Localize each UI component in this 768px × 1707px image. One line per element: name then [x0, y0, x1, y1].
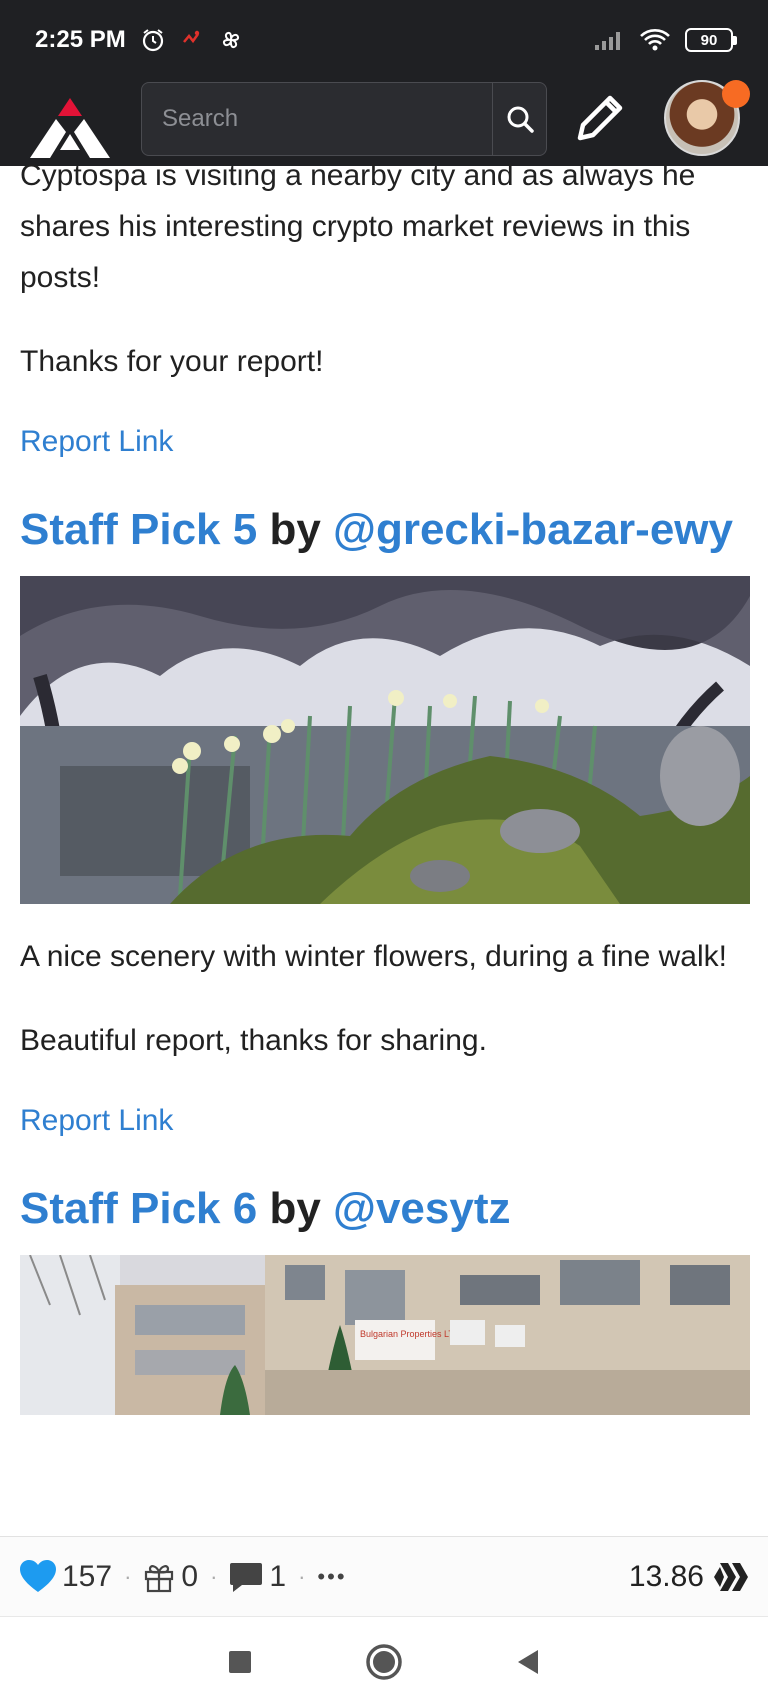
staff-pick-5-author[interactable]: @grecki-bazar-ewy [333, 505, 733, 554]
system-nav-bar [0, 1616, 768, 1707]
status-bar: 2:25 PM 90 [0, 0, 768, 80]
heart-icon [20, 1559, 56, 1592]
hive-icon [714, 1562, 748, 1591]
like-count: 157 [62, 1559, 113, 1593]
staff-pick-6-author[interactable]: @vesytz [333, 1184, 510, 1233]
separator-dot: · [210, 1563, 218, 1589]
pencil-icon[interactable] [570, 88, 630, 148]
search-icon [507, 106, 534, 133]
staff-pick-5-heading: Staff Pick 5 by @grecki-bazar-ewy [20, 504, 750, 557]
payout-value: 13.86 [628, 1559, 704, 1593]
status-time: 2:25 PM [35, 26, 126, 53]
separator-dot: · [298, 1563, 306, 1589]
winter-flowers-photo [20, 575, 750, 904]
comments-button[interactable]: 1 [229, 1560, 286, 1594]
post-body: Cyptospa is visiting a nearby city and a… [20, 150, 750, 1415]
search-box [141, 82, 547, 156]
activity-icon [182, 30, 199, 44]
alarm-icon [142, 29, 163, 52]
staff-pick-6-image[interactable]: Bulgarian Properties LTD [20, 1254, 750, 1415]
post-action-bar: 157 · 0 · 1 · ••• 13.86 [0, 1536, 768, 1616]
notification-dot [722, 80, 750, 108]
pinwheel-icon [222, 31, 239, 49]
recents-icon[interactable] [226, 1648, 254, 1676]
search-button[interactable] [492, 83, 546, 155]
staff-pick-6-by: by [269, 1183, 321, 1233]
wifi-icon [640, 29, 670, 51]
avatar-button[interactable] [664, 80, 750, 160]
battery-icon: 90 [685, 28, 737, 52]
payout-amount[interactable]: 13.86 [629, 1560, 748, 1594]
app-root: 2:25 PM 90 Search Cyptospa is visiting a… [0, 0, 768, 1707]
search-input[interactable] [142, 83, 492, 155]
gift-icon [145, 1564, 174, 1592]
battery-level: 90 [700, 31, 718, 49]
staff-pick-5-description: A nice scenery with winter flowers, duri… [20, 939, 727, 973]
status-icons-left [140, 27, 244, 53]
tip-count: 0 [181, 1559, 199, 1593]
staff-pick-5-title[interactable]: Staff Pick 5 [20, 505, 257, 554]
intro-paragraph: Cyptospa is visiting a nearby city and a… [20, 159, 696, 294]
like-button[interactable]: 157 [20, 1559, 113, 1594]
staff-pick-5-thanks: Beautiful report, thanks for sharing. [20, 1023, 487, 1057]
staff-pick-6-title[interactable]: Staff Pick 6 [20, 1184, 257, 1233]
sign-text: Bulgarian Properties LTD [360, 1329, 461, 1339]
staff-pick-5-image[interactable] [20, 575, 750, 904]
staff-pick-5-by: by [269, 505, 321, 554]
report-link-2[interactable]: Report Link [20, 1104, 173, 1138]
back-icon[interactable] [514, 1647, 542, 1677]
staff-pick-6-heading: Staff Pick 6 by @vesytz [20, 1183, 750, 1236]
more-options-button[interactable]: ••• [317, 1564, 346, 1590]
report-link-1[interactable]: Report Link [20, 425, 173, 459]
tip-button[interactable]: 0 [143, 1560, 198, 1594]
separator-dot: · [124, 1563, 132, 1589]
intro-thanks: Thanks for your report! [20, 345, 324, 378]
signal-icon [595, 32, 620, 50]
comment-count: 1 [269, 1559, 287, 1593]
comment-icon [230, 1562, 263, 1592]
city-buildings-photo: Bulgarian Properties LTD [20, 1254, 750, 1415]
status-icons-right: 90 [593, 27, 737, 53]
home-icon[interactable] [364, 1642, 404, 1682]
